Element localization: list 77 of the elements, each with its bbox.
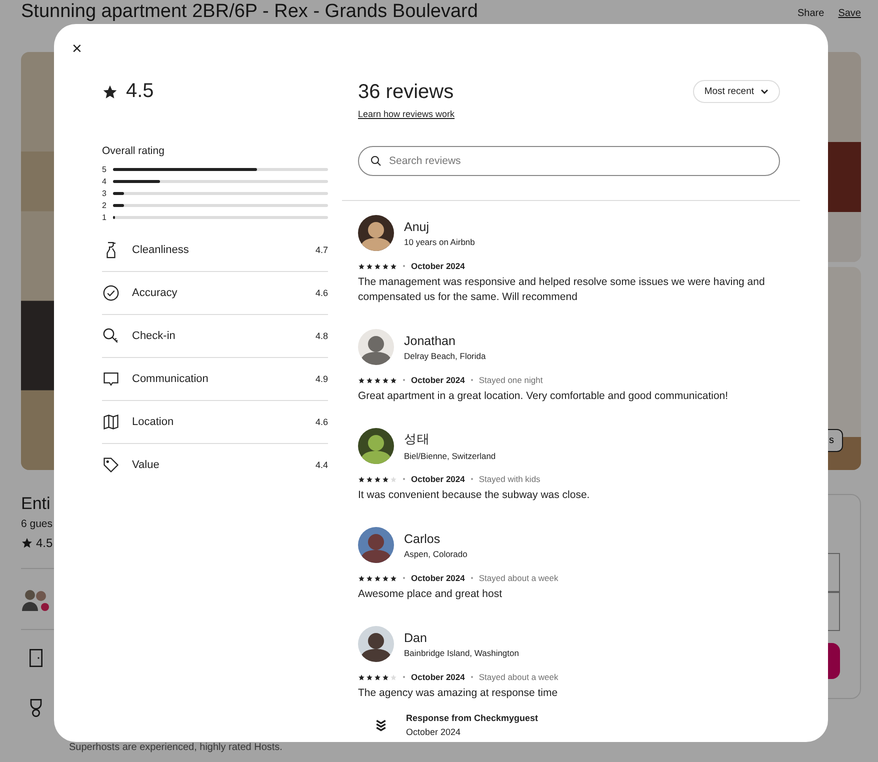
review-text: Great apartment in a great location. Very comfortable and good communication!: [358, 389, 730, 404]
reviewer-subtitle: Aspen, Colorado: [404, 548, 468, 558]
category-score: 4.4: [315, 460, 328, 470]
category-score: 4.9: [315, 374, 328, 384]
check-circle-icon: [102, 284, 120, 302]
map-icon: [102, 413, 120, 431]
review-date: October 2024: [411, 375, 465, 385]
save-link[interactable]: Save: [838, 8, 861, 19]
reviewer-name: Anuj: [404, 220, 430, 234]
close-button[interactable]: ×: [68, 38, 86, 59]
overall-rating-label: Overall rating: [102, 145, 166, 157]
stay-length: Stayed with kids: [478, 474, 540, 484]
category-label: Value: [132, 459, 160, 471]
stay-length: Stayed about a week: [478, 672, 558, 682]
chevrons-logo-icon: [374, 718, 388, 732]
reviewer-name: Carlos: [404, 532, 442, 546]
review-text: It was convenient because the subway was close.: [358, 488, 591, 503]
listing-title: Stunning apartment 2BR/6P - Rex - Grands Boulevard: [21, 0, 478, 21]
separator-dot: [470, 676, 473, 678]
review-date: October 2024: [411, 261, 465, 271]
separator-dot: [403, 478, 405, 480]
category-score: 4.6: [315, 288, 328, 298]
separator-dot: [470, 478, 473, 480]
star-icon: [21, 537, 33, 549]
rating-level-label: 3: [102, 188, 107, 198]
category-label: Cleanliness: [132, 244, 190, 256]
review-date: October 2024: [411, 672, 465, 682]
reviewer-name: Dan: [404, 630, 428, 644]
category-label: Location: [132, 416, 175, 428]
chevron-down-icon: [760, 87, 769, 96]
reviewer-name: Jonathan: [404, 334, 456, 348]
listing-heading: Enti: [21, 494, 52, 514]
stay-length: Stayed about a week: [478, 573, 558, 583]
guest-summary: 6 gues: [21, 518, 54, 530]
rating-level-label: 2: [102, 200, 107, 210]
review-text: The management was responsive and helped resolve some issues we were having and compensated us for the same. Will recommend: [358, 275, 766, 305]
reviewer-subtitle: Biel/Bienne, Switzerland: [404, 451, 496, 461]
reviewer-subtitle: 10 years on Airbnb: [404, 236, 475, 246]
category-score: 4.6: [315, 417, 328, 427]
key-icon: [102, 327, 120, 345]
tag-icon: [102, 456, 120, 474]
separator-dot: [470, 577, 473, 579]
separator-dot: [403, 379, 405, 381]
reviewer-subtitle: Bainbridge Island, Washington: [404, 648, 519, 658]
separator-dot: [403, 676, 405, 678]
review-date: October 2024: [411, 573, 465, 583]
review-text: Awesome place and great host: [358, 587, 503, 602]
category-label: Accuracy: [132, 287, 178, 299]
rating-level-label: 4: [102, 176, 107, 186]
stay-length: Stayed one night: [478, 375, 543, 385]
category-score: 4.7: [315, 245, 328, 255]
overall-score: 4.5: [126, 80, 154, 103]
star-icon: [102, 84, 118, 100]
search-icon: [370, 155, 382, 167]
rating-level-label: 1: [102, 212, 107, 222]
learn-reviews-link[interactable]: Learn how reviews work: [358, 109, 455, 119]
hosts-avatar-icon: [21, 587, 51, 611]
separator-dot: [403, 577, 405, 579]
reviewer-subtitle: Delray Beach, Florida: [404, 350, 486, 360]
share-link[interactable]: Share: [798, 8, 824, 19]
category-label: Check-in: [132, 330, 176, 342]
reviews-heading: 36 reviews: [358, 81, 455, 104]
response-author: Response from Checkmyguest: [406, 713, 538, 723]
category-label: Communication: [132, 373, 210, 385]
review-date: October 2024: [411, 474, 465, 484]
reviewer-name: 성태: [404, 431, 431, 448]
superhost-note: Superhosts are experienced, highly rated Hosts.: [69, 742, 284, 753]
review-text: The agency was amazing at response time: [358, 686, 559, 701]
rating-value: 4.5: [36, 536, 53, 550]
rating-level-label: 5: [102, 164, 107, 174]
speech-bubble-icon: [102, 370, 120, 388]
separator-dot: [470, 379, 473, 381]
search-field[interactable]: Search reviews: [358, 146, 780, 176]
separator-dot: [403, 265, 405, 267]
category-score: 4.8: [315, 331, 328, 341]
response-date: October 2024: [406, 727, 462, 737]
sort-dropdown[interactable]: Most recent: [693, 80, 780, 103]
